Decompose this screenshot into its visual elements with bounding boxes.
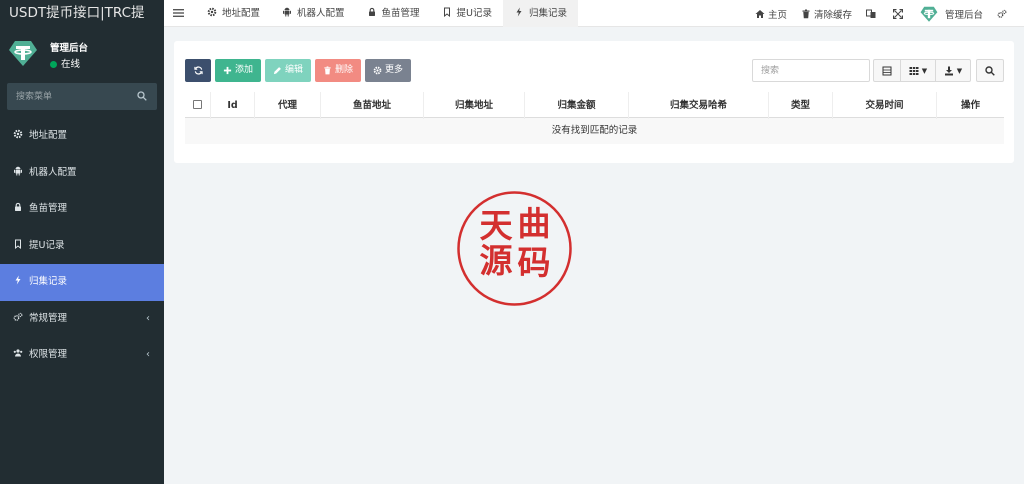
menu-toggle-icon[interactable] [173, 8, 184, 18]
clear-cache-link[interactable]: 清除缓存 [801, 7, 852, 21]
gear-icon [207, 7, 217, 17]
refresh-icon [193, 66, 203, 75]
toggle-view-button[interactable] [873, 59, 901, 82]
sidebar: USDT提币接口|TRC提 管理后台 在线 地址配置 机器人配置 鱼苗管理 提U… [0, 0, 164, 484]
plus-icon [223, 66, 232, 75]
translate-icon [865, 9, 876, 18]
language-switch[interactable] [865, 9, 879, 19]
user-status: 在线 [50, 56, 80, 70]
top-right-nav: 主页 清除缓存 管理后台 [755, 0, 1024, 27]
column-header-tx-time[interactable]: 交易时间 [833, 92, 937, 119]
refresh-button[interactable] [185, 59, 211, 82]
bolt-icon [15, 275, 21, 285]
records-table: Id 代理 鱼苗地址 归集地址 归集金额 归集交易哈希 类型 交易时间 操作 没… [185, 91, 1004, 144]
caret-down-icon: ▼ [956, 66, 963, 75]
table-search-input[interactable] [752, 59, 870, 82]
sidebar-item-withdraw-records[interactable]: 提U记录 [0, 228, 164, 265]
delete-button[interactable]: 删除 [315, 59, 362, 82]
lock-icon [15, 202, 21, 211]
select-all-checkbox[interactable] [193, 100, 202, 109]
tab-bot-config[interactable]: 机器人配置 [271, 0, 356, 27]
seal-stamp: 天 曲 源 码 [457, 191, 572, 306]
home-icon [755, 9, 765, 18]
tab-address-config[interactable]: 地址配置 [196, 0, 271, 27]
tether-logo-icon [9, 41, 37, 66]
bookmark-icon [15, 239, 21, 249]
cogs-icon [13, 312, 23, 321]
grid-icon [909, 66, 919, 75]
home-link[interactable]: 主页 [755, 7, 787, 21]
column-header-fry-address[interactable]: 鱼苗地址 [321, 92, 424, 119]
sidebar-item-fry-management[interactable]: 鱼苗管理 [0, 191, 164, 228]
caret-down-icon: ▼ [921, 66, 928, 75]
chevron-left-icon: ‹ [146, 312, 150, 324]
column-header-type[interactable]: 类型 [769, 92, 833, 119]
column-header-actions: 操作 [960, 100, 980, 111]
sidebar-menu: 地址配置 机器人配置 鱼苗管理 提U记录 归集记录 常规管理 ‹ 权限管理 ‹ [0, 118, 164, 374]
seal-char-2: 曲 [518, 204, 551, 243]
export-button[interactable]: ▼ [935, 59, 971, 82]
android-icon [14, 166, 22, 175]
top-navbar: 地址配置 机器人配置 鱼苗管理 提U记录 归集记录 主页 清除缓存 管理后台 [164, 0, 1024, 27]
more-button[interactable]: 更多 [365, 59, 412, 82]
sidebar-item-address-config[interactable]: 地址配置 [0, 118, 164, 155]
bolt-icon [516, 7, 522, 17]
search-button[interactable] [976, 59, 1004, 82]
search-icon [985, 65, 995, 76]
seal-char-3: 源 [480, 241, 513, 280]
users-icon [13, 349, 23, 357]
download-icon [944, 66, 953, 75]
card-view-icon [882, 66, 892, 75]
android-icon [283, 7, 292, 17]
empty-table-message: 没有找到匹配的记录 [185, 118, 1004, 144]
column-header-collection-address[interactable]: 归集地址 [424, 92, 525, 119]
column-header-collection-amount[interactable]: 归集金额 [525, 92, 629, 119]
column-header-id[interactable]: Id [211, 92, 255, 119]
brand-title[interactable]: USDT提币接口|TRC提 [0, 0, 164, 27]
sidebar-item-collection-records[interactable]: 归集记录 [0, 264, 164, 301]
admin-user-menu[interactable]: 管理后台 [920, 5, 983, 23]
online-dot-icon [50, 60, 57, 68]
table-header: Id 代理 鱼苗地址 归集地址 归集金额 归集交易哈希 类型 交易时间 操作 [185, 91, 1004, 119]
content-panel: 添加 编辑 删除 更多 ▼ ▼ Id 代理 鱼苗地址 归集地址 [174, 41, 1014, 163]
bookmark-icon [443, 7, 450, 17]
lock-icon [368, 7, 375, 16]
sidebar-item-general-management[interactable]: 常规管理 ‹ [0, 301, 164, 338]
trash-icon [324, 66, 331, 75]
search-icon[interactable] [137, 91, 147, 101]
trash-icon [802, 9, 810, 18]
sidebar-search [7, 83, 157, 110]
sidebar-item-permission-management[interactable]: 权限管理 ‹ [0, 337, 164, 374]
user-name: 管理后台 [50, 43, 89, 54]
gear-icon [13, 129, 23, 139]
sidebar-item-bot-config[interactable]: 机器人配置 [0, 155, 164, 192]
seal-char-4: 码 [518, 243, 551, 282]
tether-logo-icon [920, 6, 938, 22]
columns-button[interactable]: ▼ [900, 59, 936, 82]
tab-bar: 地址配置 机器人配置 鱼苗管理 提U记录 归集记录 [196, 0, 579, 27]
tab-withdraw-records[interactable]: 提U记录 [431, 0, 503, 27]
pencil-icon [273, 67, 281, 75]
column-header-agent[interactable]: 代理 [255, 92, 321, 119]
settings-link[interactable] [997, 9, 1010, 19]
user-panel: 管理后台 在线 [0, 27, 164, 79]
fullscreen-icon [892, 8, 903, 19]
chevron-left-icon: ‹ [146, 349, 150, 360]
column-header-tx-hash[interactable]: 归集交易哈希 [629, 92, 769, 119]
fullscreen-toggle[interactable] [892, 8, 906, 19]
add-button[interactable]: 添加 [215, 59, 262, 82]
tab-fry-management[interactable]: 鱼苗管理 [356, 0, 431, 27]
select-all-checkbox-cell [185, 92, 211, 119]
edit-button[interactable]: 编辑 [265, 59, 312, 82]
seal-char-1: 天 [480, 206, 513, 245]
table-view-tools: ▼ ▼ [873, 59, 971, 82]
gear-icon [373, 66, 382, 75]
tab-collection-records[interactable]: 归集记录 [503, 0, 579, 27]
table-toolbar: 添加 编辑 删除 更多 [185, 59, 415, 82]
cogs-icon [997, 9, 1007, 18]
sidebar-search-input[interactable] [7, 83, 127, 110]
